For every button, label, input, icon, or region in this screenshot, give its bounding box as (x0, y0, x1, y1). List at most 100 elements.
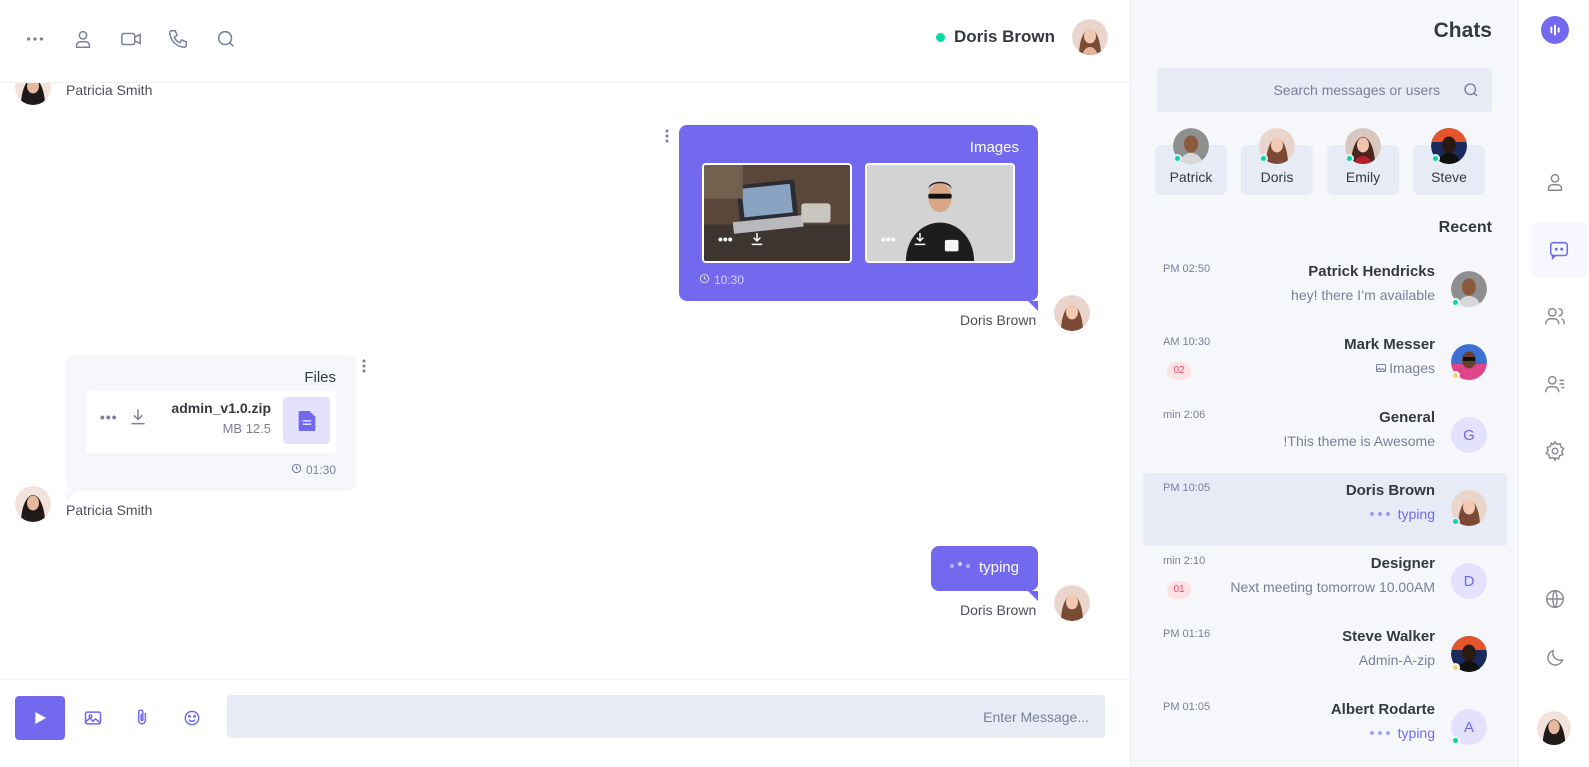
chat-list-item[interactable]: min 2:06 General !This theme is Awesome … (1143, 400, 1507, 473)
favorite-name: Doris (1260, 169, 1294, 185)
chat-name: Designer (1370, 555, 1435, 572)
avatar (1072, 19, 1108, 55)
chat-list-item[interactable]: PM 01:16 Steve Walker Admin-A-zip (1143, 619, 1507, 692)
more-icon[interactable]: ••• (881, 231, 896, 247)
file-size: MB 12.5 (222, 421, 271, 436)
favorite-contact[interactable]: Steve (1413, 128, 1485, 195)
groups-icon[interactable] (1537, 298, 1573, 334)
search-field[interactable] (1157, 68, 1492, 112)
contacts-icon[interactable] (1537, 366, 1573, 402)
profile-icon[interactable] (1537, 164, 1573, 200)
user-profile-icon[interactable] (72, 28, 94, 50)
online-status-dot (1345, 154, 1354, 163)
avatar: G (1451, 417, 1487, 453)
dark-mode-icon[interactable] (1537, 640, 1573, 676)
chat-time: AM 10:30 (1163, 336, 1211, 348)
section-title: Recent (1438, 219, 1492, 236)
away-status-dot (1451, 371, 1460, 380)
image-attachment[interactable]: ••• (865, 163, 1015, 263)
sender-name: Patricia Smith (66, 502, 153, 518)
favorite-name: Emily (1345, 169, 1381, 185)
avatar (1451, 636, 1487, 672)
image-message-bubble: Images ••• ••• 10:30 (679, 125, 1038, 311)
search-icon[interactable] (215, 28, 237, 50)
chat-name: Albert Rodarte (1330, 701, 1435, 718)
emoji-icon[interactable] (182, 708, 202, 728)
image-actions: ••• (718, 231, 765, 247)
chat-list-item[interactable]: PM 10:05 Doris Brown typing (1143, 473, 1507, 546)
chat-name: Mark Messer (1344, 336, 1435, 353)
more-icon[interactable] (24, 28, 46, 50)
video-call-icon[interactable] (120, 28, 142, 50)
typing-bubble: typing (931, 546, 1038, 601)
image-actions: ••• (881, 231, 928, 247)
panel-title: Chats (1433, 19, 1492, 42)
chat-list-item[interactable]: AM 10:30 02 Mark Messer Images (1143, 327, 1507, 400)
chat-list-item[interactable]: PM 01:05 Albert Rodarte typing A (1143, 692, 1507, 765)
search-input[interactable] (1157, 68, 1452, 112)
avatar: A (1451, 709, 1487, 745)
typing-dots-icon (1369, 512, 1390, 516)
sender-name: Doris Brown (960, 312, 1037, 328)
app-logo-icon[interactable] (1541, 16, 1569, 44)
message-options-icon[interactable] (664, 128, 670, 144)
conversation-header: Doris Brown (0, 0, 1130, 83)
user-avatar[interactable] (1537, 711, 1571, 745)
online-status-dot (1431, 154, 1440, 163)
chat-time: min 2:06 (1163, 409, 1206, 421)
avatar (15, 83, 51, 105)
image-icon[interactable] (83, 708, 103, 728)
chat-list-item[interactable]: min 2:10 01 Designer Next meeting tomorr… (1143, 546, 1507, 619)
conversation-panel: Doris Brown Patricia Smith Images ••• ••… (0, 0, 1130, 767)
search-icon[interactable] (1462, 81, 1480, 99)
online-status-dot (1451, 517, 1460, 526)
file-name: admin_v1.0.zip (171, 400, 271, 416)
chats-icon[interactable] (1531, 222, 1587, 278)
favorite-contact[interactable]: Emily (1327, 128, 1399, 195)
favorite-name: Steve (1431, 169, 1467, 185)
chat-preview: typing (1369, 725, 1435, 741)
avatar (1451, 271, 1487, 307)
file-attachment: ••• admin_v1.0.zip MB 12.5 (86, 391, 336, 453)
message-input[interactable] (227, 695, 1105, 738)
download-icon[interactable] (912, 231, 928, 247)
chat-list-item[interactable]: PM 02:50 Patrick Hendricks hey! there I’… (1143, 254, 1507, 327)
message-options-icon[interactable] (361, 358, 367, 374)
favorite-contact[interactable]: Doris (1241, 128, 1313, 195)
unread-badge: 02 (1167, 362, 1191, 380)
message-time: 01:30 (291, 463, 336, 477)
file-message-bubble: Files ••• admin_v1.0.zip MB 12.5 01:30 (66, 355, 356, 501)
language-icon[interactable] (1537, 581, 1573, 617)
avatar (1451, 344, 1487, 380)
message-time: 10:30 (699, 273, 744, 287)
attachment-icon[interactable] (132, 708, 152, 728)
message-list: Patricia Smith Images ••• ••• 10:30 Dori… (0, 83, 1130, 679)
typing-dots-icon (1369, 731, 1390, 735)
favorite-contact[interactable]: Patrick (1155, 128, 1227, 195)
message-composer (0, 679, 1130, 767)
sender-name: Doris Brown (960, 602, 1037, 618)
chat-preview: Images (1375, 360, 1435, 376)
unread-badge: 01 (1167, 581, 1191, 599)
chat-time: PM 01:05 (1163, 701, 1211, 713)
download-icon[interactable] (749, 231, 765, 247)
chat-preview: Next meeting tomorrow 10.00AM (1230, 579, 1435, 595)
chat-name: Steve Walker (1342, 628, 1435, 645)
avatar (1451, 490, 1487, 526)
active-contact[interactable]: Doris Brown (935, 19, 1108, 55)
download-icon[interactable] (128, 407, 148, 432)
settings-icon[interactable] (1537, 433, 1573, 469)
online-status-dot (1451, 298, 1460, 307)
more-icon[interactable]: ••• (100, 409, 118, 425)
chat-name: Doris Brown (1345, 482, 1435, 499)
send-button[interactable] (15, 696, 65, 740)
phone-icon[interactable] (167, 28, 189, 50)
clock-icon (699, 273, 710, 287)
bubble-title: Images (969, 139, 1019, 156)
more-icon[interactable]: ••• (718, 231, 733, 247)
chat-preview: hey! there I’m available (1291, 287, 1435, 303)
image-attachment[interactable]: ••• (702, 163, 852, 263)
chat-time: PM 01:16 (1163, 628, 1211, 640)
chat-preview: Admin-A-zip (1358, 652, 1435, 668)
away-status-dot (1451, 663, 1460, 672)
